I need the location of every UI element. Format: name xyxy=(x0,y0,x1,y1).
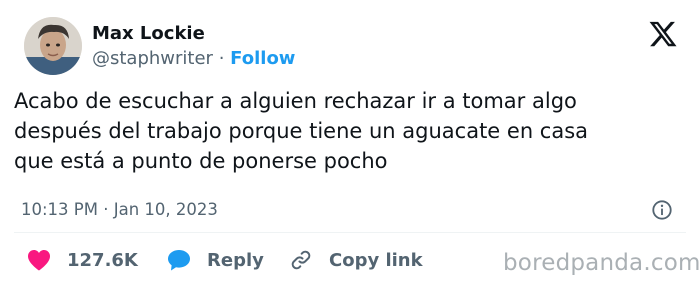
tweet-line: después del trabajo porque tiene un agua… xyxy=(14,119,589,143)
reply-bubble-icon xyxy=(168,250,190,271)
copy-link-label: Copy link xyxy=(329,249,423,271)
follow-button[interactable]: Follow xyxy=(230,48,295,69)
author-name[interactable]: Max Lockie xyxy=(92,23,205,44)
link-icon xyxy=(291,250,311,270)
x-logo-icon[interactable] xyxy=(648,19,678,49)
like-count: 127.6K xyxy=(67,249,138,271)
separator-dot: · xyxy=(218,48,225,69)
copy-link-button[interactable]: Copy link xyxy=(289,248,423,272)
tweet-line: que está a punto de ponerse pocho xyxy=(14,149,388,173)
info-icon[interactable] xyxy=(651,199,673,221)
reply-label: Reply xyxy=(207,249,264,271)
avatar[interactable] xyxy=(24,17,82,75)
tweet-text: Acabo de escuchar a alguien rechazar ir … xyxy=(14,86,694,176)
divider xyxy=(14,232,686,233)
tweet-line: Acabo de escuchar a alguien rechazar ir … xyxy=(14,89,577,113)
handle-row: @staphwriter · Follow xyxy=(92,48,295,69)
watermark: boredpanda.com xyxy=(503,250,700,276)
tweet-timestamp[interactable]: 10:13 PM · Jan 10, 2023 xyxy=(21,200,218,219)
avatar-image xyxy=(24,17,82,75)
heart-icon xyxy=(28,250,50,271)
reply-button[interactable]: Reply xyxy=(167,248,264,272)
author-handle[interactable]: @staphwriter xyxy=(92,48,213,69)
like-button[interactable]: 127.6K xyxy=(27,248,138,272)
